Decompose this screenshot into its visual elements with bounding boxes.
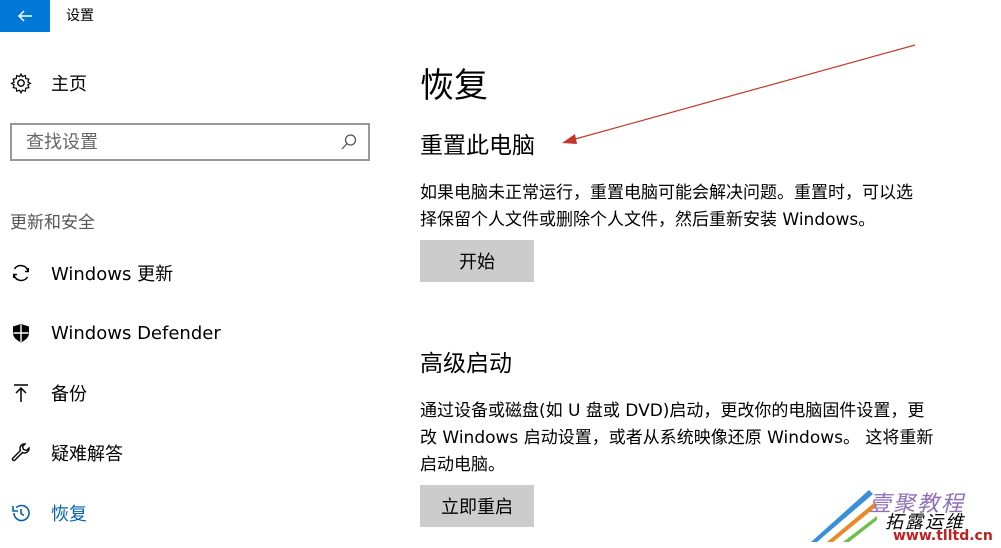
- search-input[interactable]: [12, 125, 332, 159]
- sidebar-home-label: 主页: [51, 74, 87, 95]
- sidebar-item-windows-defender[interactable]: Windows Defender: [10, 318, 221, 348]
- sidebar-item-troubleshoot[interactable]: 疑难解答: [10, 438, 123, 468]
- sidebar-item-label: Windows 更新: [51, 264, 174, 285]
- advanced-startup-description: 通过设备或磁盘(如 U 盘或 DVD)启动，更改你的电脑固件设置，更 改 Win…: [420, 398, 980, 479]
- search-icon[interactable]: [340, 133, 358, 151]
- watermark: 壹聚教程 拓露运维 www.tlltd.cn: [807, 484, 997, 546]
- description-line: 择保留个人文件或删除个人文件，然后重新安装 Windows。: [420, 210, 876, 230]
- history-icon: [10, 502, 32, 524]
- sidebar-item-recovery[interactable]: 恢复: [10, 498, 87, 528]
- description-line: 启动电脑。: [420, 455, 505, 475]
- description-line: 改 Windows 启动设置，或者从系统映像还原 Windows。 这将重新: [420, 428, 934, 448]
- reset-pc-heading: 重置此电脑: [420, 133, 535, 159]
- sync-icon: [10, 262, 32, 284]
- wrench-icon: [10, 442, 32, 464]
- back-arrow-icon: [17, 10, 32, 22]
- sidebar-item-label: Windows Defender: [51, 322, 221, 344]
- reset-pc-description: 如果电脑未正常运行，重置电脑可能会解决问题。重置时，可以选 择保留个人文件或删除…: [420, 180, 980, 234]
- get-started-button[interactable]: 开始: [420, 240, 534, 282]
- sidebar-item-backup[interactable]: 备份: [10, 378, 87, 408]
- upload-arrow-icon: [10, 382, 32, 404]
- back-button[interactable]: [0, 0, 50, 32]
- window-title: 设置: [66, 8, 94, 24]
- description-line: 通过设备或磁盘(如 U 盘或 DVD)启动，更改你的电脑固件设置，更: [420, 401, 925, 421]
- section-label: 更新和安全: [10, 213, 95, 233]
- sidebar-item-label: 恢复: [51, 504, 87, 525]
- page-title: 恢复: [420, 66, 488, 106]
- restart-now-button[interactable]: 立即重启: [420, 485, 534, 527]
- description-line: 如果电脑未正常运行，重置电脑可能会解决问题。重置时，可以选: [420, 183, 913, 203]
- sidebar-item-label: 疑难解答: [51, 444, 123, 465]
- advanced-startup-heading: 高级启动: [420, 351, 512, 377]
- gear-icon: [10, 72, 32, 94]
- search-box[interactable]: [10, 123, 370, 161]
- sidebar-item-windows-update[interactable]: Windows 更新: [10, 258, 173, 288]
- watermark-logo-icon: [811, 490, 877, 542]
- sidebar-home[interactable]: 主页: [10, 70, 87, 96]
- shield-icon: [10, 322, 32, 344]
- watermark-url: www.tlltd.cn: [893, 528, 993, 544]
- sidebar-item-label: 备份: [51, 384, 87, 405]
